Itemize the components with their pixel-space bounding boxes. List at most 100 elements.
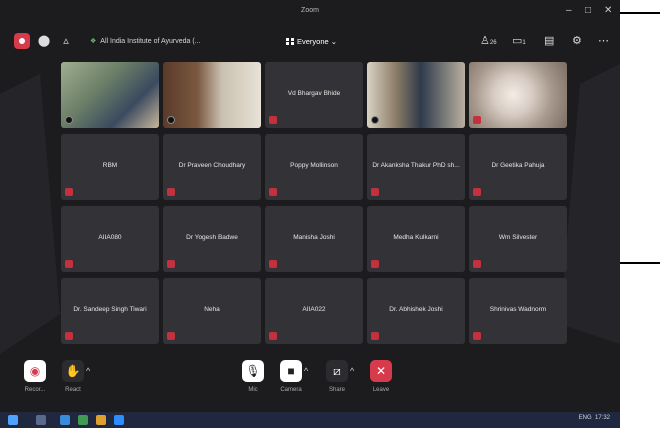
share-control[interactable]: ⧄ ^ Share — [326, 360, 354, 393]
tray-lang: ENG — [578, 415, 592, 421]
divider-line — [620, 262, 660, 264]
participant-tile[interactable]: Medha Kulkarni — [367, 206, 465, 272]
chat-button[interactable]: ▭1 — [512, 34, 526, 50]
minimize-button[interactable]: – — [566, 6, 572, 16]
participant-name: Dr. Abhishek Joshi — [389, 306, 443, 313]
mic-muted-icon — [269, 188, 277, 196]
mic-muted-icon — [473, 188, 481, 196]
participant-video — [163, 62, 261, 128]
participant-name: Dr Geetika Pahuja — [491, 162, 545, 169]
camera-control[interactable]: ■ ^ Camera — [280, 360, 308, 393]
camera-label: Camera — [280, 387, 302, 393]
participants-count: 26 — [489, 40, 497, 46]
mic-muted-icon — [473, 260, 481, 268]
search-icon[interactable] — [36, 415, 46, 425]
mic-muted-icon — [269, 260, 277, 268]
meeting-window: Zoom – □ ✕ ⬤ ▵ ❖ All India Institute of A… — [0, 0, 620, 412]
participant-name: AIIA022 — [302, 306, 326, 313]
participant-tile[interactable]: Poppy Mollinson — [265, 134, 363, 200]
mic-muted-icon — [269, 332, 277, 340]
mic-icon: 🎙 — [242, 360, 264, 382]
record-control[interactable]: ◉ Recor... — [24, 360, 46, 393]
system-tray: ENG 17:32 — [579, 415, 610, 421]
notes-icon[interactable]: ▤ — [544, 34, 554, 48]
meeting-toolbar: ⬤ ▵ ❖ All India Institute of Ayurveda (..… — [0, 28, 620, 54]
participant-tile[interactable]: Dr Praveen Choudhary — [163, 134, 261, 200]
gallery-icon — [286, 38, 294, 45]
participant-name: Medha Kulkarni — [393, 234, 439, 241]
participant-name: Neha — [204, 306, 220, 313]
mic-muted-icon — [371, 332, 379, 340]
recording-indicator-icon[interactable] — [14, 33, 30, 49]
participant-tile[interactable]: RBM — [61, 134, 159, 200]
zoom-taskbar-icon[interactable] — [114, 415, 124, 425]
chat-count: 1 — [522, 40, 526, 46]
participant-tile[interactable]: Dr Geetika Pahuja — [469, 134, 567, 200]
shield-icon[interactable]: ⬤ — [36, 33, 52, 49]
participant-tile[interactable]: Vd Bhargav Bhide — [265, 62, 363, 128]
leave-control[interactable]: ✕ Leave — [370, 360, 392, 393]
maximize-button[interactable]: □ — [585, 6, 591, 16]
react-control[interactable]: ✋ ^ React — [62, 360, 90, 393]
participant-tile[interactable]: Dr. Abhishek Joshi — [367, 278, 465, 344]
participant-tile[interactable] — [469, 62, 567, 128]
institution-label: All India Institute of Ayurveda (... — [100, 38, 201, 45]
participant-tile[interactable]: Dr. Sandeep Singh Tiwari — [61, 278, 159, 344]
participant-name: AIIA080 — [98, 234, 122, 241]
participant-tile[interactable]: Manisha Joshi — [265, 206, 363, 272]
chevron-up-icon[interactable]: ^ — [86, 366, 90, 376]
mic-muted-icon — [371, 260, 379, 268]
participant-tile[interactable]: Dr Yogesh Badwe — [163, 206, 261, 272]
camera-icon: ■ — [280, 360, 302, 382]
share-label: Share — [328, 387, 345, 393]
close-window-button[interactable]: ✕ — [604, 6, 612, 16]
participant-tile[interactable]: Neha — [163, 278, 261, 344]
mic-active-icon — [167, 116, 175, 124]
participants-button[interactable]: ♙26 — [480, 34, 497, 50]
participant-video — [367, 62, 465, 128]
mic-muted-icon — [269, 116, 277, 124]
meeting-controls: ◉ Recor... ✋ ^ React 🎙 Mic ■ ^ Camera ⧄ … — [0, 354, 620, 400]
leave-label: Leave — [372, 387, 390, 393]
chevron-up-icon[interactable]: ^ — [350, 366, 354, 376]
participant-tile[interactable]: Dr Akanksha Thakur PhD sh... — [367, 134, 465, 200]
more-icon[interactable]: ⋯ — [598, 34, 609, 48]
view-label: Everyone — [297, 37, 329, 46]
participant-name: Vd Bhargav Bhide — [287, 90, 341, 97]
mic-control[interactable]: 🎙 Mic — [242, 360, 264, 393]
participant-tile[interactable]: Wm Silvester — [469, 206, 567, 272]
mic-muted-icon — [371, 188, 379, 196]
settings-icon[interactable]: ⚙ — [572, 34, 582, 48]
excel-icon[interactable] — [78, 415, 88, 425]
divider-line — [620, 12, 660, 14]
mic-active-icon — [65, 116, 73, 124]
participant-tile[interactable] — [367, 62, 465, 128]
tray-time: 17:32 — [594, 415, 610, 421]
participant-name: Poppy Mollinson — [290, 162, 338, 169]
view-selector[interactable]: Everyone ⌄ — [286, 37, 337, 46]
participant-name: Dr Praveen Choudhary — [178, 162, 246, 169]
start-icon[interactable] — [8, 415, 18, 425]
lock-icon[interactable]: ▵ — [58, 33, 74, 49]
share-screen-icon: ⧄ — [326, 360, 348, 382]
participant-tile[interactable] — [61, 62, 159, 128]
mic-muted-icon — [473, 116, 481, 124]
participant-name: Dr Yogesh Badwe — [186, 234, 238, 241]
participant-tile[interactable]: Shrinivas Wadnorm — [469, 278, 567, 344]
mic-active-icon — [371, 116, 379, 124]
mic-muted-icon — [65, 188, 73, 196]
mic-muted-icon — [473, 332, 481, 340]
participant-name: Wm Silvester — [498, 234, 538, 241]
participant-name: Dr Akanksha Thakur PhD sh... — [372, 162, 460, 169]
edge-icon[interactable] — [60, 415, 70, 425]
chevron-down-icon: ⌄ — [328, 37, 338, 46]
chevron-up-icon[interactable]: ^ — [304, 366, 308, 376]
chrome-icon[interactable] — [96, 415, 106, 425]
participant-tile[interactable] — [163, 62, 261, 128]
page-margin — [620, 0, 660, 428]
leaf-icon: ❖ — [90, 38, 97, 45]
window-title: Zoom — [301, 7, 319, 14]
participant-tile[interactable]: AIIA080 — [61, 206, 159, 272]
participant-video — [61, 62, 159, 128]
participant-tile[interactable]: AIIA022 — [265, 278, 363, 344]
